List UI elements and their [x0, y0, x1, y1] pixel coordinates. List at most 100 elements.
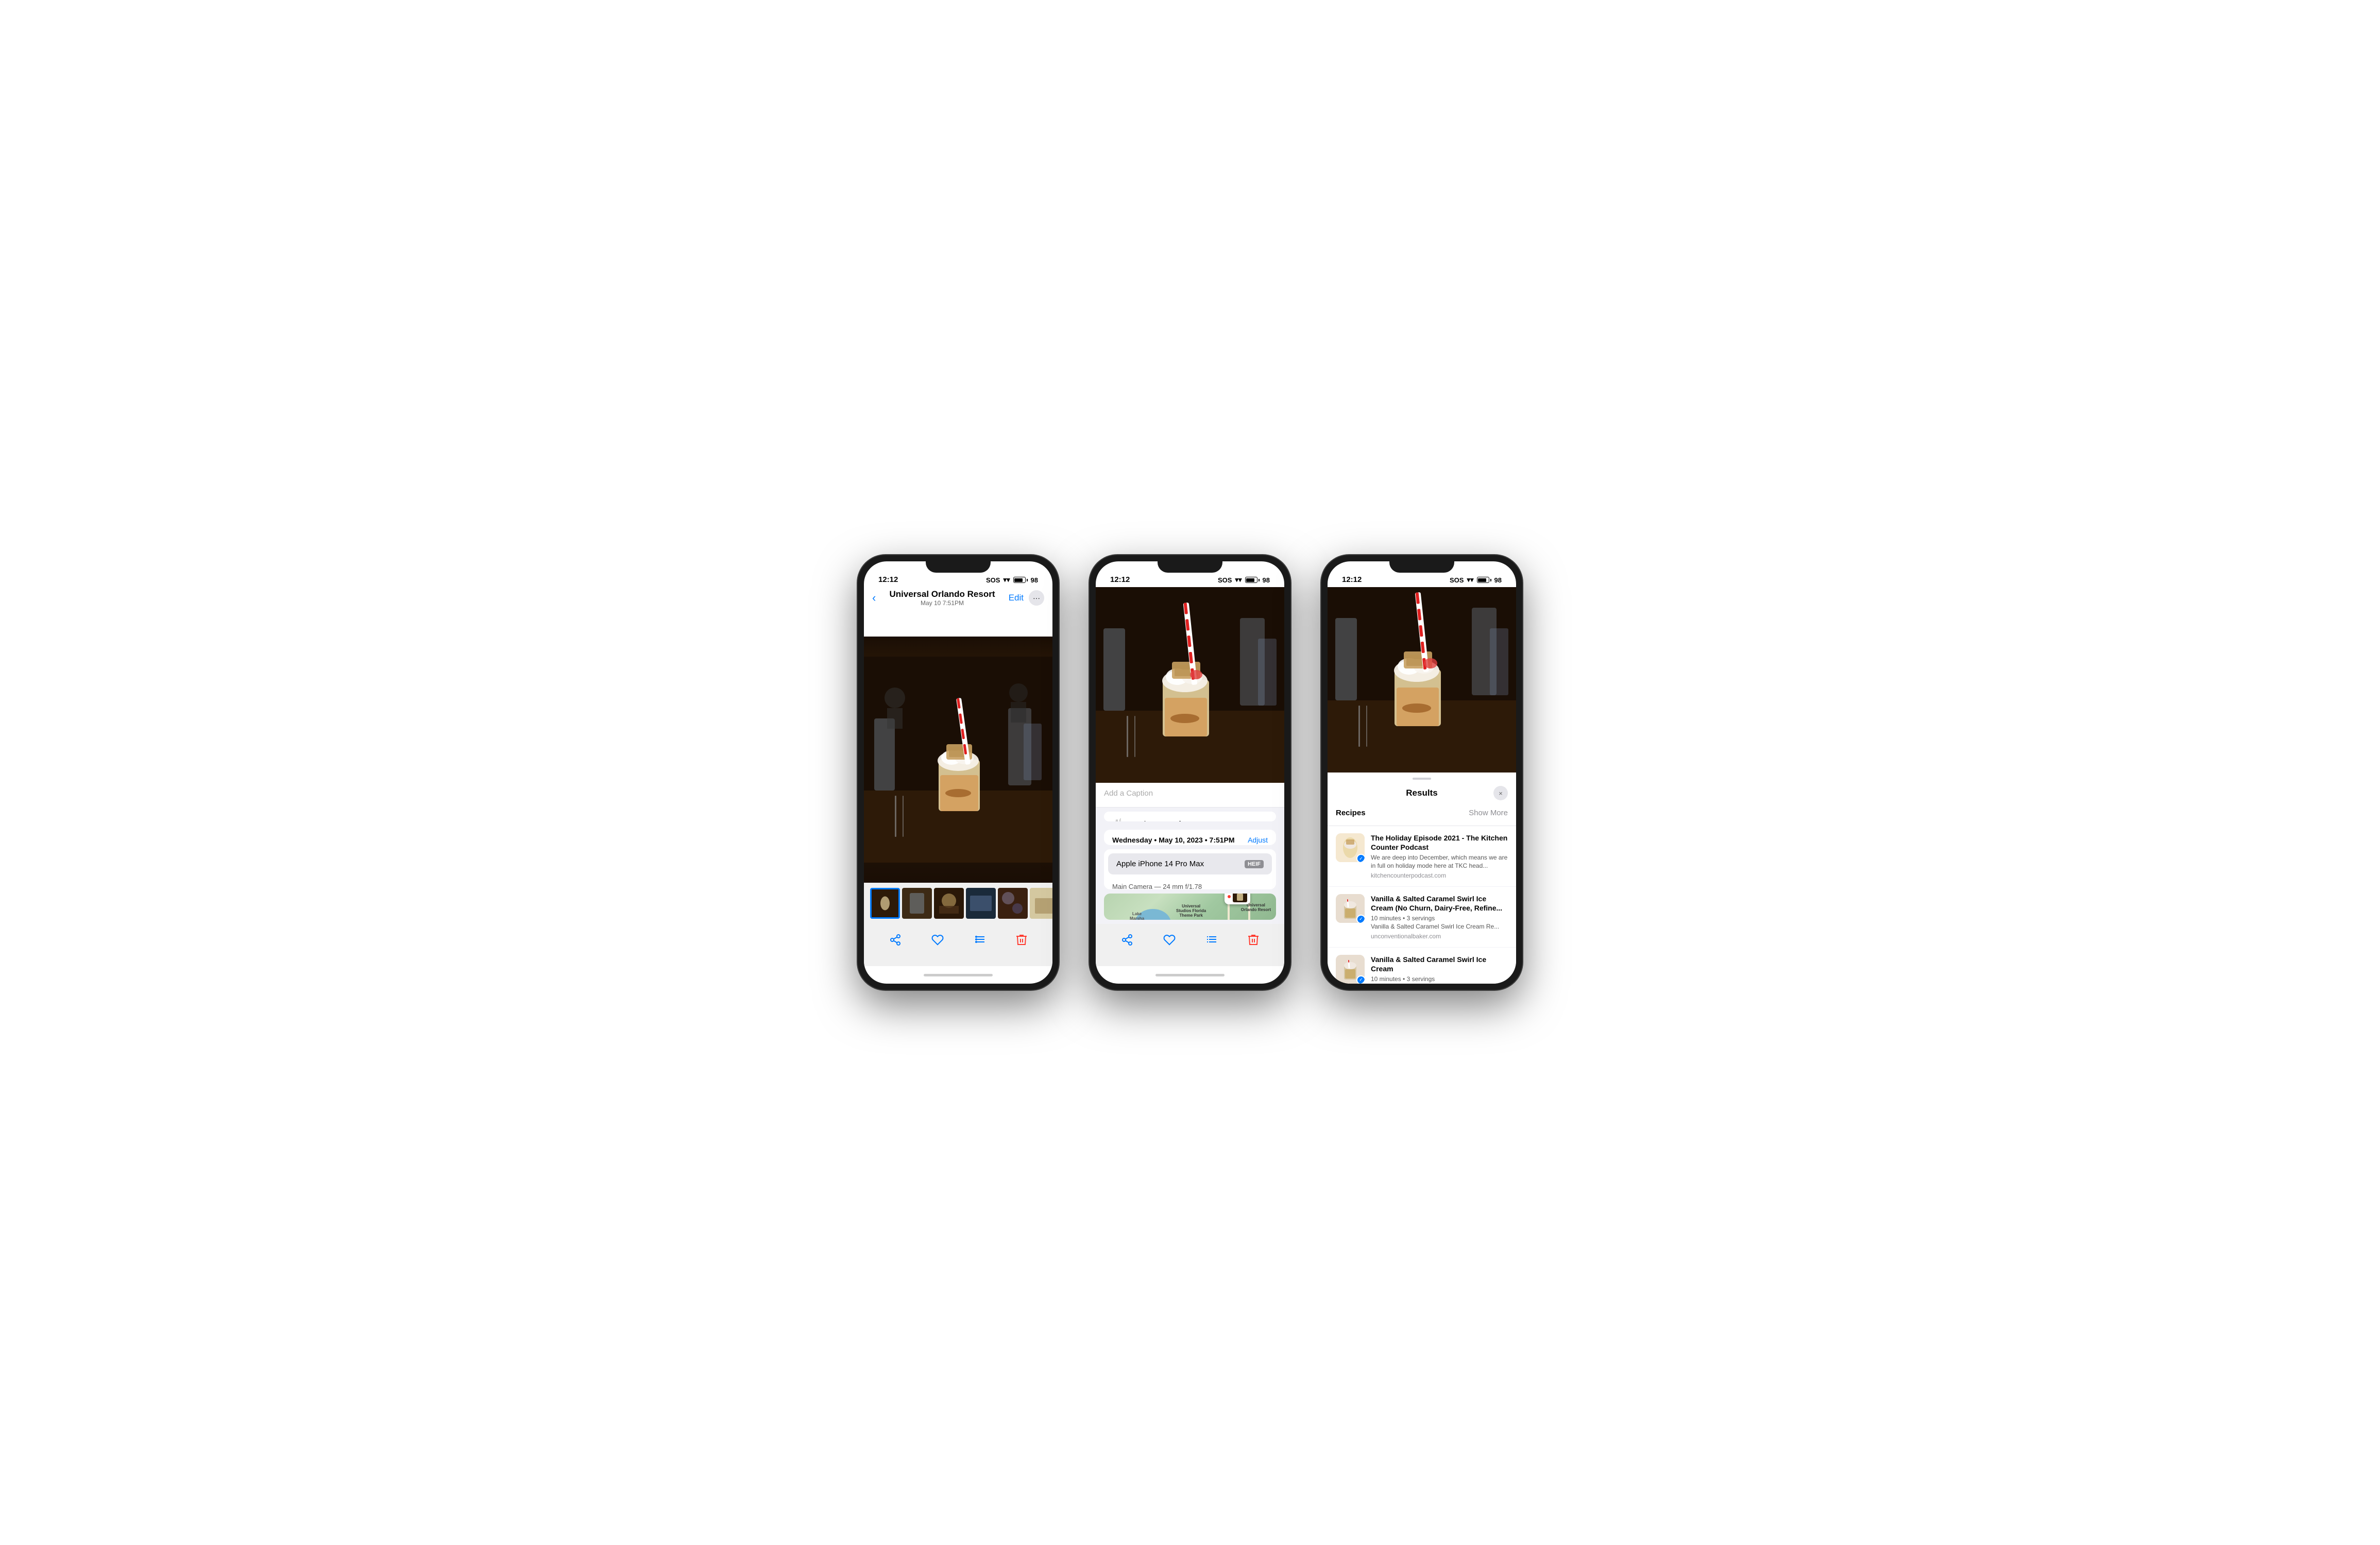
result-thumb-2: ✓: [1336, 894, 1365, 923]
milkshake-illustration-1: [864, 637, 1052, 883]
camera-header: Apple iPhone 14 Pro Max HEIF: [1108, 853, 1272, 874]
map-pin: [1225, 894, 1250, 904]
home-indicator-1: [864, 966, 1052, 984]
phone-1: 12:12 SOS ▾▾ 98 ‹ Universal: [858, 555, 1059, 990]
result-url-1: kitchencounterpodcast.com: [1371, 872, 1508, 879]
check-icon-3: ✓: [1359, 977, 1363, 983]
datetime-section: Wednesday • May 10, 2023 • 7:51PM Adjust…: [1104, 830, 1276, 845]
main-photo-3[interactable]: [1328, 587, 1516, 772]
wifi-icon: ▾▾: [1003, 576, 1010, 584]
back-button[interactable]: ‹: [872, 591, 876, 605]
scene: 12:12 SOS ▾▾ 98 ‹ Universal: [858, 555, 1522, 990]
sos-label: SOS: [986, 576, 1000, 584]
datetime-row: Wednesday • May 10, 2023 • 7:51PM Adjust: [1104, 830, 1276, 845]
status-icons-1: SOS ▾▾ 98: [986, 576, 1038, 584]
handle-bar: [1413, 778, 1431, 780]
lookup-button[interactable]: [974, 934, 986, 946]
battery-pct-3: 98: [1494, 576, 1502, 584]
camera-model: Apple iPhone 14 Pro Max: [1116, 860, 1204, 868]
battery-pct: 98: [1031, 576, 1038, 584]
result-meta-3: 10 minutes • 3 servings: [1371, 975, 1508, 983]
delete-button-2[interactable]: [1248, 934, 1259, 946]
photo-sim-1: [864, 637, 1052, 883]
lookup-label: Look Up Food: [1131, 820, 1181, 821]
verified-badge-3: ✓: [1356, 975, 1365, 984]
wifi-icon-2: ▾▾: [1235, 576, 1242, 584]
nav-title-text: Universal Orlando Resort: [876, 589, 1008, 599]
home-indicator-2: [1096, 966, 1284, 984]
thumb-2[interactable]: [902, 888, 932, 919]
bottom-toolbar-1: [864, 924, 1052, 966]
recipes-tab[interactable]: Recipes: [1336, 806, 1366, 819]
verified-badge-1: ✓: [1356, 854, 1365, 862]
show-more-tab[interactable]: Show More: [1469, 809, 1508, 817]
thumb-5[interactable]: [998, 888, 1028, 919]
results-header: Results ×: [1328, 782, 1516, 806]
notch-3: [1389, 555, 1454, 573]
share-button[interactable]: [889, 934, 902, 946]
result-title-3: Vanilla & Salted Caramel Swirl Ice Cream: [1371, 955, 1508, 973]
result-thumb-1: ✓: [1336, 833, 1365, 862]
lookup-row[interactable]: 🍴 Look Up Food ›: [1104, 812, 1276, 821]
pin-thumb: [1233, 894, 1247, 902]
result-meta-2: 10 minutes • 3 servings: [1371, 915, 1508, 922]
main-photo-2[interactable]: [1096, 587, 1284, 783]
result-item-3[interactable]: ✓ Vanilla & Salted Caramel Swirl Ice Cre…: [1328, 948, 1516, 984]
result-desc-1: We are deep into December, which means w…: [1371, 854, 1508, 870]
result-info-2: Vanilla & Salted Caramel Swirl Ice Cream…: [1371, 894, 1508, 940]
time-1: 12:12: [878, 575, 898, 584]
lookup-section: 🍴 Look Up Food ›: [1104, 812, 1276, 821]
lookup-button-2[interactable]: [1205, 934, 1218, 946]
photo-sim-2: [1096, 587, 1284, 783]
nav-title-1: Universal Orlando Resort May 10 7:51PM: [876, 589, 1008, 607]
more-button[interactable]: ···: [1029, 590, 1044, 606]
pin-dot: [1228, 895, 1231, 898]
more-icon: ···: [1033, 594, 1040, 602]
delete-button[interactable]: [1016, 934, 1027, 946]
studios-label: UniversalStudios FloridaTheme Park: [1176, 904, 1206, 918]
phone-3: 12:12 SOS ▾▾ 98: [1321, 555, 1522, 990]
favorite-button-2[interactable]: [1163, 934, 1176, 946]
white-space: [864, 611, 1052, 637]
edit-button[interactable]: Edit: [1009, 593, 1024, 603]
caption-placeholder: Add a Caption: [1104, 789, 1153, 798]
map-area[interactable]: LakeMarsha UniversalStudios FloridaTheme…: [1104, 894, 1276, 920]
time-2: 12:12: [1110, 575, 1130, 584]
close-icon: ×: [1499, 789, 1503, 797]
milkshake-illustration-3: [1328, 587, 1516, 772]
caption-area[interactable]: Add a Caption: [1096, 783, 1284, 808]
chevron-icon: ›: [1188, 820, 1191, 822]
nav-bar-1: ‹ Universal Orlando Resort May 10 7:51PM…: [864, 587, 1052, 611]
sos-label-3: SOS: [1450, 576, 1464, 584]
result-info-3: Vanilla & Salted Caramel Swirl Ice Cream…: [1371, 955, 1508, 984]
lake-label: LakeMarsha: [1130, 912, 1144, 920]
camera-section: Apple iPhone 14 Pro Max HEIF Main Camera…: [1104, 849, 1276, 889]
nav-subtitle: May 10 7:51PM: [876, 599, 1008, 607]
photo-sim-3: [1328, 587, 1516, 772]
result-item-1[interactable]: ✓ The Holiday Episode 2021 - The Kitchen…: [1328, 826, 1516, 887]
close-button[interactable]: ×: [1493, 786, 1508, 800]
adjust-button[interactable]: Adjust: [1248, 836, 1268, 844]
favorite-button[interactable]: [931, 934, 944, 946]
notch-2: [1158, 555, 1222, 573]
thumb-3[interactable]: [934, 888, 964, 919]
results-panel: Results × Recipes Show More: [1328, 772, 1516, 984]
result-title-2: Vanilla & Salted Caramel Swirl Ice Cream…: [1371, 894, 1508, 913]
info-panel: Add a Caption 🍴 Look Up Food ›: [1096, 783, 1284, 924]
thumbnail-strip: [864, 883, 1052, 924]
battery-icon-3: [1477, 577, 1491, 583]
milkshake-illustration-2: [1096, 587, 1284, 783]
thumb-4[interactable]: [966, 888, 996, 919]
thumb-1[interactable]: [870, 888, 900, 919]
heif-badge: HEIF: [1245, 860, 1264, 868]
check-icon-1: ✓: [1359, 856, 1363, 862]
share-button-2[interactable]: [1121, 934, 1133, 946]
result-item-2[interactable]: ✓ Vanilla & Salted Caramel Swirl Ice Cre…: [1328, 887, 1516, 948]
thumb-6[interactable]: [1030, 888, 1052, 919]
verified-badge-2: ✓: [1356, 915, 1365, 923]
battery-pct-2: 98: [1263, 576, 1270, 584]
battery-icon-2: [1245, 577, 1260, 583]
fork-knife-icon: 🍴: [1112, 818, 1125, 821]
main-photo-1[interactable]: [864, 637, 1052, 883]
sos-label-2: SOS: [1218, 576, 1232, 584]
